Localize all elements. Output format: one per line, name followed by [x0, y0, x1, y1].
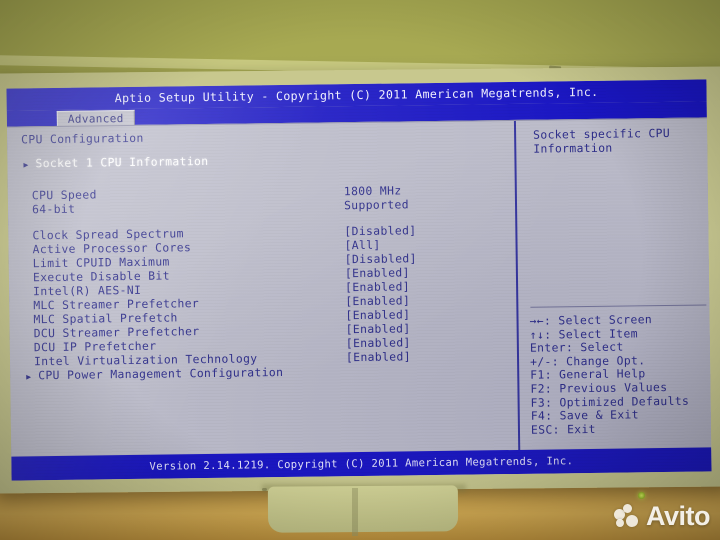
avito-watermark-text: Avito [646, 501, 711, 531]
setting-value[interactable]: [Enabled] [346, 349, 411, 364]
key-description: : Exit [552, 421, 596, 437]
key-description: : Save & Exit [545, 407, 640, 423]
help-separator [530, 304, 707, 308]
bios-setup-screen: Aptio Setup Utility - Copyright (C) 2011… [6, 79, 712, 481]
power-led-indicator [638, 492, 645, 499]
bios-body: CPU Configuration ▶ Socket 1 CPU Informat… [6, 117, 712, 458]
setting-value[interactable]: Supported [344, 197, 409, 212]
help-text: Socket specific CPU Information [533, 125, 671, 156]
key-name: →← [529, 313, 545, 328]
setting-value[interactable]: [All] [344, 238, 380, 253]
help-pane: Socket specific CPU Information →←: Sele… [519, 118, 711, 450]
key-description: : Optimized Defaults [544, 393, 690, 410]
setting-label: CPU Power Management Configuration [38, 364, 284, 383]
submenu-arrow-icon: ▶ [23, 160, 29, 170]
monitor-stand [267, 485, 459, 533]
key-name: F2 [530, 381, 545, 396]
key-legend: →←: Select Screen ↑↓: Select Item Enter: S… [529, 312, 709, 436]
setting-value[interactable]: [Disabled] [344, 223, 416, 239]
key-name: F3 [530, 395, 546, 410]
photo-scene: BENQ Aptio Setup Utility - Copyright (C)… [0, 0, 720, 540]
key-name: F4 [530, 408, 546, 423]
key-name: ↑↓ [529, 327, 545, 342]
page-title: CPU Configuration [21, 130, 144, 147]
avito-watermark: Avito [614, 501, 711, 532]
setting-label: Socket 1 CPU Information [35, 153, 209, 171]
key-description: : Select [565, 339, 624, 355]
avito-logo-icon [614, 503, 640, 530]
key-name: Enter [529, 340, 567, 355]
monitor-screen: Aptio Setup Utility - Copyright (C) 2011… [6, 79, 712, 481]
setting-label: 64-bit [31, 201, 76, 217]
key-legend-row: ESC: Exit [531, 421, 711, 437]
setting-label: CPU Speed [31, 187, 97, 203]
submenu-arrow-icon: ▶ [26, 372, 32, 382]
key-name: F1 [530, 367, 545, 383]
key-name: ESC [530, 422, 553, 437]
settings-pane: CPU Configuration ▶ Socket 1 CPU Informat… [7, 121, 518, 458]
settings-row[interactable]: ▶ Socket 1 CPU Information [7, 151, 507, 172]
monitor-stand-seam [352, 488, 358, 536]
key-name: +/- [529, 354, 552, 369]
key-description: : Select Item [544, 325, 638, 342]
